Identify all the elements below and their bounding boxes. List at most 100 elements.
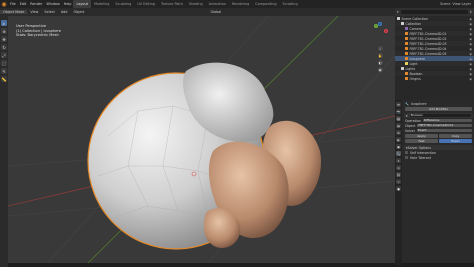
- copy-button[interactable]: Copy: [439, 133, 472, 138]
- pan-hand-icon[interactable]: ✋: [377, 53, 383, 58]
- eye-icon[interactable]: ◉: [469, 42, 474, 46]
- z-axis-icon[interactable]: Z: [378, 22, 382, 26]
- menu-object[interactable]: Object: [70, 10, 87, 14]
- modifier-icon[interactable]: 🔧: [396, 151, 401, 156]
- measure-tool-icon[interactable]: 📏: [1, 76, 7, 82]
- menu-file[interactable]: File: [8, 2, 18, 6]
- render-icon[interactable]: 📷: [396, 109, 401, 114]
- eye-icon[interactable]: ◉: [469, 37, 474, 41]
- funnel-icon[interactable]: ⚲: [470, 10, 472, 14]
- world-icon[interactable]: ◐: [396, 137, 401, 142]
- physics-icon[interactable]: ◎: [396, 165, 401, 170]
- menu-select[interactable]: Select: [41, 10, 57, 14]
- blender-logo-icon[interactable]: ◉: [0, 0, 8, 8]
- eye-icon[interactable]: ◉: [469, 17, 474, 21]
- eye-icon[interactable]: ◉: [469, 57, 474, 61]
- object-type-icon: [405, 77, 408, 80]
- particles-icon[interactable]: ✶: [396, 158, 401, 163]
- select-tool-icon[interactable]: ▸: [1, 20, 7, 26]
- menu-view[interactable]: View: [27, 10, 41, 14]
- annotate-tool-icon[interactable]: ✎: [1, 68, 7, 74]
- transform-tool-icon[interactable]: ⬚: [1, 60, 7, 66]
- eye-icon[interactable]: ◉: [469, 52, 474, 56]
- zoom-icon[interactable]: ⌕: [377, 46, 383, 51]
- tab-compositing[interactable]: Compositing: [252, 0, 279, 8]
- move-tool-icon[interactable]: ✥: [1, 36, 7, 42]
- object-type-icon: [405, 32, 408, 35]
- view-layer-icon[interactable]: ▤: [396, 123, 401, 128]
- tool-icon[interactable]: ⚒: [396, 102, 401, 107]
- outliner-item-label: Light: [409, 61, 418, 66]
- tab-uv-editing[interactable]: UV Editing: [134, 0, 158, 8]
- outliner-search-input[interactable]: [400, 10, 468, 14]
- outliner-item-label: FBFF.TB1.Cinema4D.05: [409, 51, 447, 56]
- grid-icon[interactable]: ▦: [377, 67, 383, 72]
- scene-icon[interactable]: ⚙: [396, 130, 401, 135]
- checkbox[interactable]: [405, 151, 408, 154]
- filter-icon[interactable]: ▾: [397, 10, 399, 14]
- solver-label: Solver: [405, 128, 416, 133]
- object-type-icon: [405, 42, 408, 45]
- orientation-selector[interactable]: Global: [208, 10, 225, 14]
- cursor-tool-icon[interactable]: ⊕: [1, 28, 7, 34]
- eye-icon[interactable]: ◉: [469, 77, 474, 81]
- tab-layout[interactable]: Layout: [73, 0, 91, 8]
- scale-tool-icon[interactable]: ⤢: [1, 52, 7, 58]
- object-type-icon: [405, 47, 408, 50]
- tab-modeling[interactable]: Modeling: [91, 0, 112, 8]
- eye-icon[interactable]: ◉: [469, 47, 474, 51]
- x-axis-icon[interactable]: X: [384, 29, 388, 33]
- eye-icon[interactable]: ◉: [469, 27, 474, 31]
- object-type-icon: [401, 67, 404, 70]
- tab-rendering[interactable]: Rendering: [229, 0, 252, 8]
- properties-panel: ⚒ 📷 🖨 ▤ ⚙ ◐ ▣ 🔧 ✶ ◎ ⛓ ▽ ● 🔧 Icosphere Add Modifier ▾…: [395, 100, 474, 265]
- menu-edit[interactable]: Edit: [18, 2, 29, 6]
- outliner-item[interactable]: Origins ◉: [395, 76, 474, 81]
- tab-animation[interactable]: Animation: [206, 0, 229, 8]
- option-hole-tolerant[interactable]: Hole Tolerant: [403, 155, 474, 160]
- scene-selector[interactable]: Scene: [440, 2, 450, 6]
- data-icon[interactable]: ▽: [396, 179, 401, 184]
- mode-selector[interactable]: Object Mode: [0, 10, 28, 14]
- material-icon[interactable]: ●: [396, 186, 401, 191]
- camera-icon[interactable]: ◧: [377, 60, 383, 65]
- tab-sculpting[interactable]: Sculpting: [112, 0, 134, 8]
- checkbox[interactable]: [405, 156, 408, 159]
- tab-texture-paint[interactable]: Texture Paint: [158, 0, 186, 8]
- eye-icon[interactable]: ◉: [469, 32, 474, 36]
- outliner-item-label: FBFF.TB1.Cinema4D.02: [409, 36, 447, 41]
- view-layer-selector[interactable]: View Layer: [452, 2, 471, 6]
- modifier-name-field[interactable]: Boolean: [409, 113, 471, 118]
- rotate-tool-icon[interactable]: ↻: [1, 44, 7, 50]
- exact-solver-button[interactable]: Exact: [439, 138, 472, 143]
- object-type-icon: [405, 27, 408, 30]
- eye-icon[interactable]: ◉: [469, 72, 474, 76]
- solver-field[interactable]: Exact: [417, 128, 472, 133]
- outliner-item-label: Scene Collection: [401, 16, 429, 21]
- object-icon[interactable]: ▣: [396, 144, 401, 149]
- menu-help[interactable]: Help: [62, 2, 74, 6]
- outliner-item-label: FBFF.TB1.Cinema4D.01: [409, 31, 447, 36]
- tab-shading[interactable]: Shading: [186, 0, 206, 8]
- toolbar: ▸ ⊕ ✥ ↻ ⤢ ⬚ ✎ 📏: [0, 16, 8, 267]
- eye-icon[interactable]: ◉: [469, 67, 474, 71]
- constraints-icon[interactable]: ⛓: [396, 172, 401, 177]
- eye-icon[interactable]: ◉: [469, 62, 474, 66]
- operation-dropdown[interactable]: Difference: [422, 118, 472, 123]
- fast-solver-button[interactable]: Fast: [405, 138, 438, 143]
- menu-add[interactable]: Add: [58, 10, 71, 14]
- output-icon[interactable]: 🖨: [396, 116, 401, 121]
- menu-window[interactable]: Window: [44, 2, 61, 6]
- object-field[interactable]: FBFF.TB1.Cinema4D.01: [417, 123, 472, 128]
- eye-icon[interactable]: ◉: [469, 22, 474, 26]
- tab-scripting[interactable]: Scripting: [280, 0, 301, 8]
- axis-gizmo[interactable]: X Y Z: [371, 22, 389, 40]
- solver-toggle-row: Fast Exact: [403, 138, 474, 143]
- viewport-scene: [8, 16, 395, 263]
- 3d-viewport[interactable]: User Perspective (1) Collection | Icosph…: [8, 16, 395, 263]
- chevron-down-icon[interactable]: ▾: [406, 114, 408, 118]
- menu-render[interactable]: Render: [28, 2, 44, 6]
- object-label: Object: [405, 123, 416, 128]
- add-modifier-button[interactable]: Add Modifier: [405, 106, 472, 111]
- apply-button[interactable]: Apply: [405, 133, 438, 138]
